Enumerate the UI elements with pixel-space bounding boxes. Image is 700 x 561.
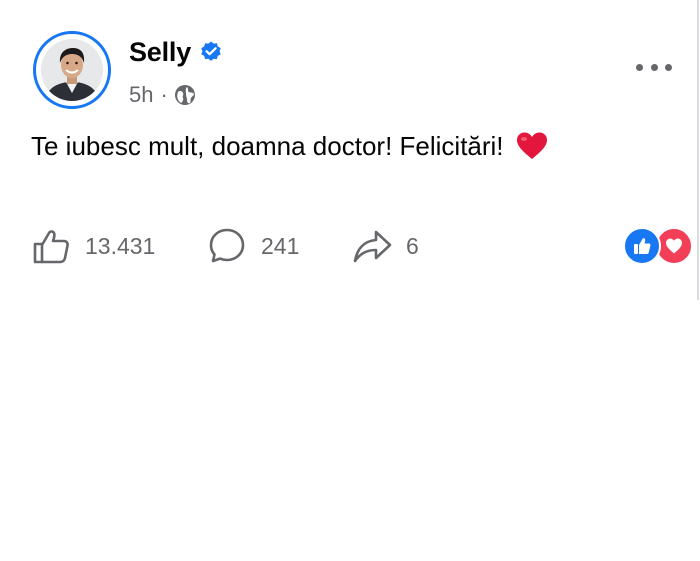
card-divider (697, 0, 699, 300)
share-button[interactable]: 6 (352, 226, 419, 266)
author-name[interactable]: Selly (129, 37, 191, 68)
like-count: 13.431 (85, 232, 156, 259)
post-card: Selly 5h · Te iubesc mult, doamna doctor… (0, 0, 700, 300)
globe-icon (174, 84, 196, 106)
comment-button[interactable]: 241 (207, 226, 352, 266)
post-meta: 5h · (129, 80, 196, 110)
post-message: Te iubesc mult, doamna doctor! Felicităr… (31, 131, 504, 161)
like-reaction-icon (623, 227, 661, 265)
author-header: Selly (129, 34, 223, 70)
dot-icon (636, 63, 643, 71)
post-text: Te iubesc mult, doamna doctor! Felicităr… (31, 126, 549, 166)
dot-icon (665, 63, 672, 71)
dot-icon (650, 63, 658, 71)
comment-count: 241 (261, 232, 300, 259)
comment-bubble-icon (209, 228, 245, 263)
share-count: 6 (406, 232, 419, 259)
post-timestamp[interactable]: 5h (129, 82, 153, 108)
like-button[interactable]: 13.431 (31, 226, 207, 266)
verified-badge-icon (199, 40, 223, 64)
avatar[interactable] (33, 31, 111, 109)
profile-photo (41, 39, 103, 101)
more-options-button[interactable] (636, 58, 672, 76)
action-bar: 13.431 241 6 (31, 226, 419, 266)
meta-separator: · (160, 82, 168, 107)
red-heart-emoji-icon (515, 131, 549, 161)
share-arrow-icon (353, 230, 392, 263)
thumbs-up-icon (33, 230, 69, 264)
reaction-summary[interactable] (623, 227, 697, 267)
